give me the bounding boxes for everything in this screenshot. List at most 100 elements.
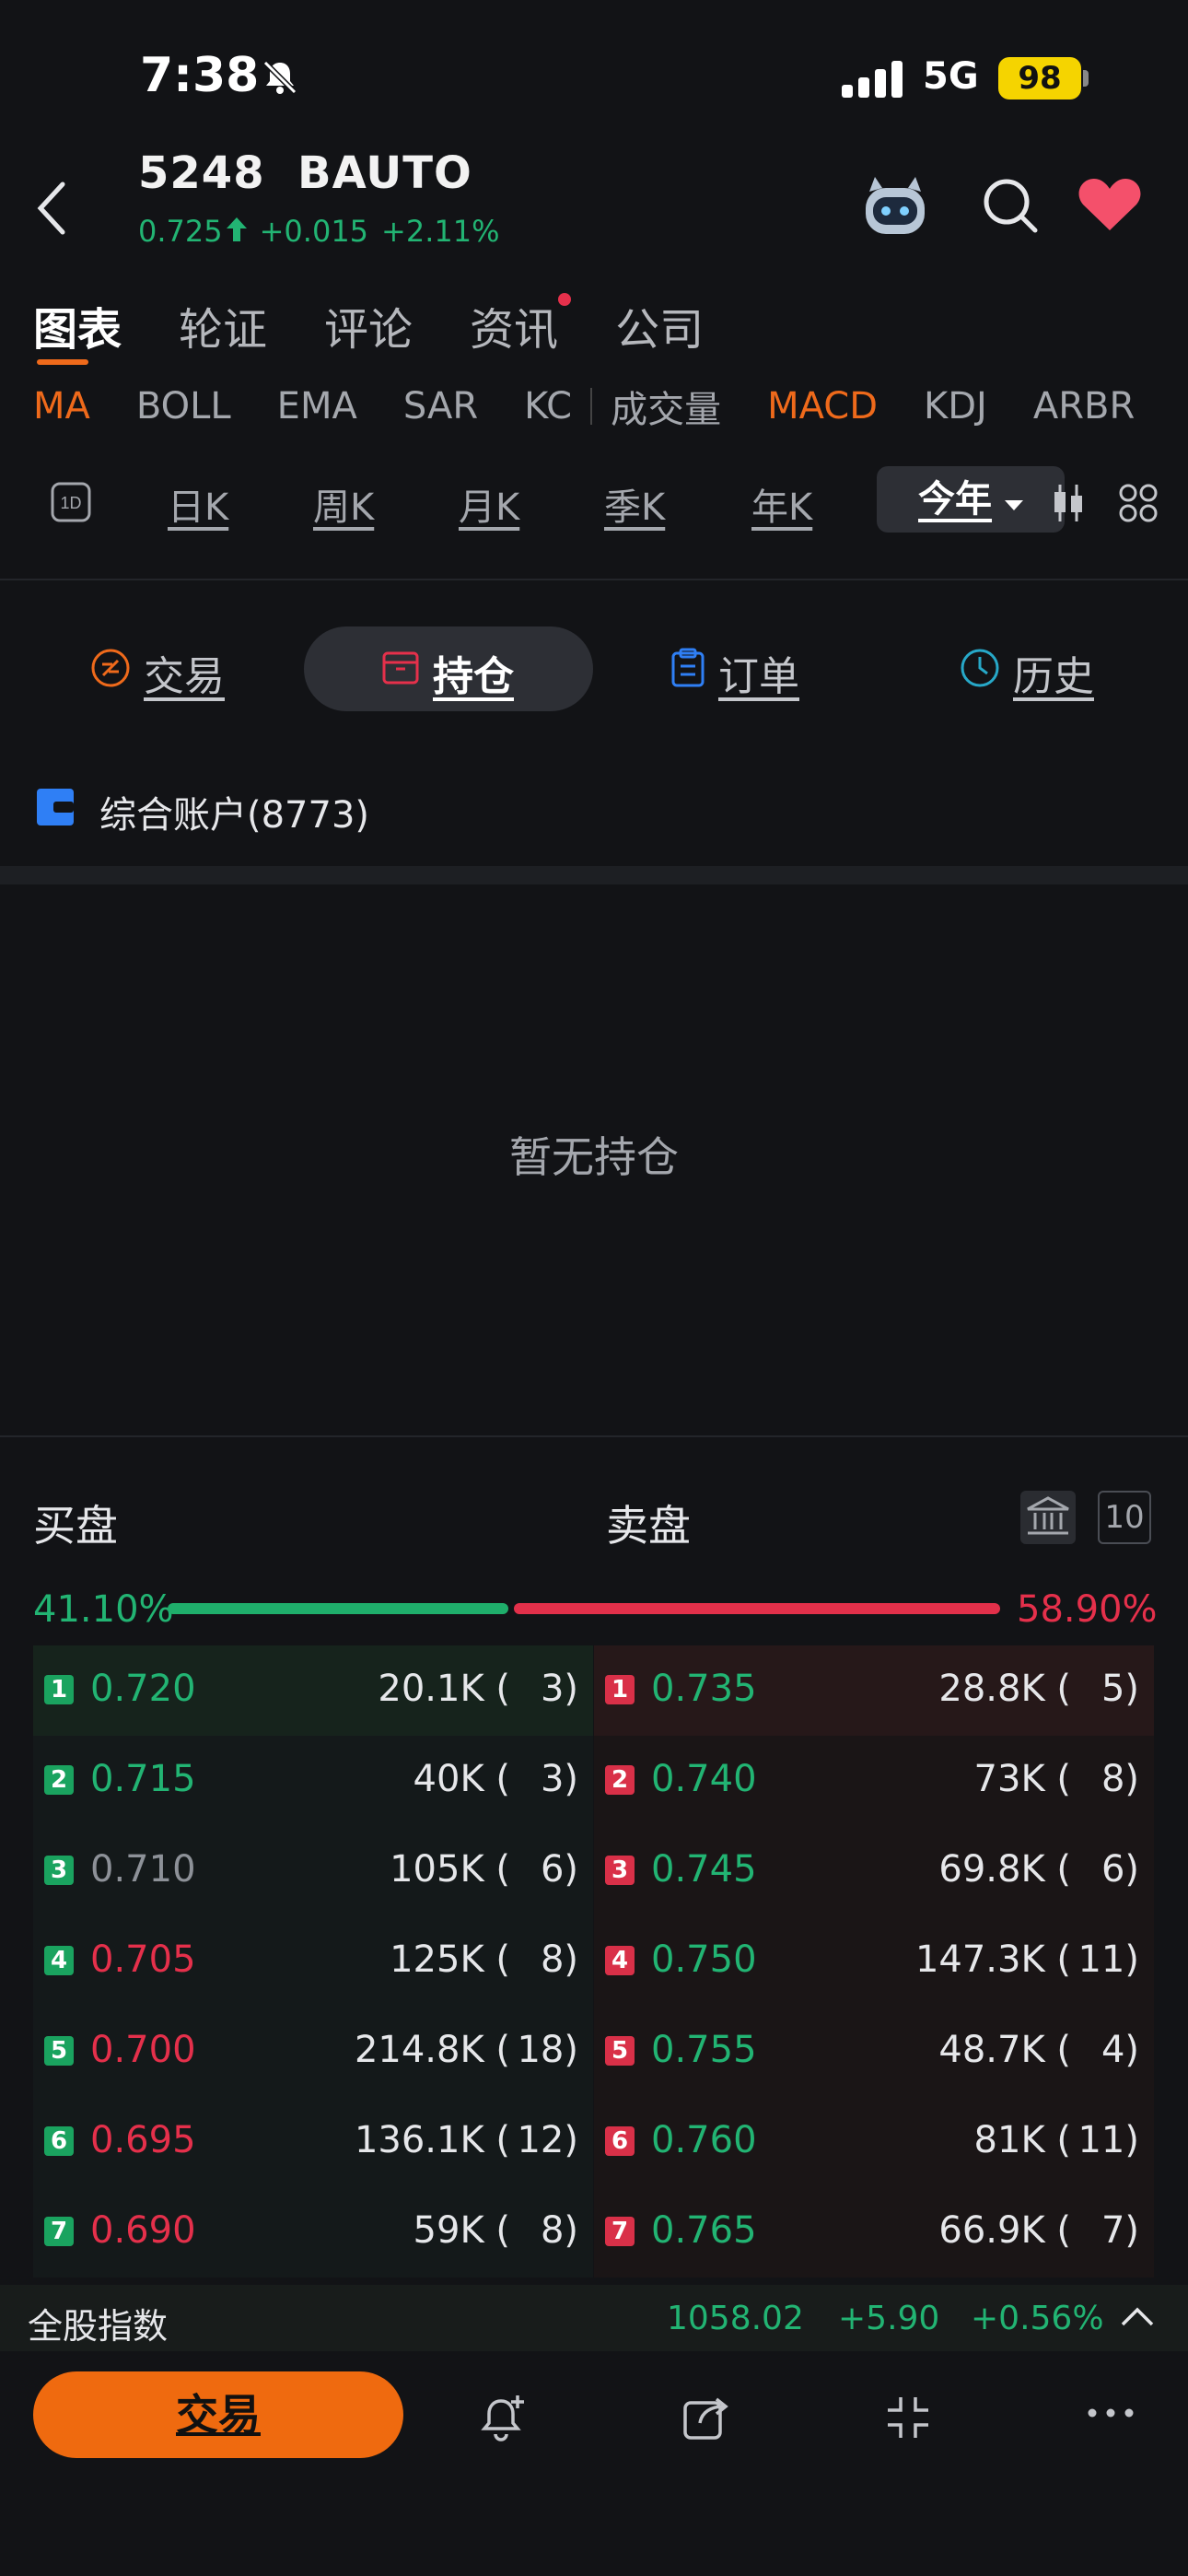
account-selector[interactable]: 综合账户(8773) xyxy=(35,785,369,838)
tab-history-label: 历史 xyxy=(1013,653,1094,700)
signal-icon xyxy=(842,61,906,101)
tab-position[interactable]: 持仓 xyxy=(381,643,514,702)
bid-order-count: 8) xyxy=(540,2209,578,2252)
bid-percentage: 41.10% xyxy=(33,1588,174,1631)
ask-order-count: 7) xyxy=(1101,2209,1139,2252)
bid-level[interactable]: 1 0.720 20.1K (3) xyxy=(33,1645,593,1736)
period-year[interactable]: 年K xyxy=(751,477,812,531)
ask-level[interactable]: 4 0.750 147.3K (11) xyxy=(594,1916,1154,2007)
bid-price: 0.695 xyxy=(90,2119,196,2161)
bid-level-index: 5 xyxy=(44,2036,74,2066)
bid-level[interactable]: 3 0.710 105K (6) xyxy=(33,1826,593,1916)
tab-company[interactable]: 公司 xyxy=(615,293,704,357)
ask-volume: 73K ( xyxy=(973,1758,1071,1800)
bid-level[interactable]: 7 0.690 59K (8) xyxy=(33,2187,593,2277)
favorite-heart-icon[interactable] xyxy=(1077,177,1142,236)
ask-price: 0.735 xyxy=(651,1668,757,1710)
bid-order-count: 12) xyxy=(517,2119,578,2161)
ask-price: 0.760 xyxy=(651,2119,757,2161)
share-icon[interactable] xyxy=(680,2392,731,2447)
depth-level-button[interactable]: 10 xyxy=(1098,1491,1151,1544)
ask-order-count: 4) xyxy=(1101,2029,1139,2071)
indicator-boll[interactable]: BOLL xyxy=(136,385,231,427)
indicator-macd[interactable]: MACD xyxy=(767,385,878,427)
bid-level[interactable]: 6 0.695 136.1K (12) xyxy=(33,2097,593,2187)
ask-volume: 66.9K ( xyxy=(938,2209,1071,2252)
indicator-kdj[interactable]: KDJ xyxy=(924,385,987,427)
indicator-ma[interactable]: MA xyxy=(33,385,90,427)
price-alert-bell-icon[interactable] xyxy=(477,2392,529,2447)
ask-level[interactable]: 2 0.740 73K (8) xyxy=(594,1736,1154,1826)
bid-volume: 136.1K ( xyxy=(354,2119,510,2161)
tab-news[interactable]: 资讯 xyxy=(470,293,572,357)
period-quarter[interactable]: 季K xyxy=(604,477,665,531)
indicator-volume[interactable]: 成交量 xyxy=(611,380,721,433)
bid-volume: 105K ( xyxy=(390,1848,510,1891)
bid-volume: 20.1K ( xyxy=(378,1668,510,1710)
period-day[interactable]: 日K xyxy=(168,477,228,531)
back-icon[interactable] xyxy=(33,181,70,240)
candlestick-icon[interactable] xyxy=(1052,483,1085,527)
ask-level-index: 3 xyxy=(605,1856,635,1885)
stock-change: +0.015 xyxy=(259,214,369,249)
indicator-sar[interactable]: SAR xyxy=(403,385,478,427)
ask-level[interactable]: 3 0.745 69.8K (6) xyxy=(594,1826,1154,1916)
period-week[interactable]: 周K xyxy=(313,477,374,531)
ask-volume: 69.8K ( xyxy=(938,1848,1071,1891)
bid-price: 0.690 xyxy=(90,2209,196,2252)
bid-level[interactable]: 5 0.700 214.8K (18) xyxy=(33,2007,593,2097)
tab-comments[interactable]: 评论 xyxy=(324,293,413,357)
chevron-up-icon[interactable] xyxy=(1120,2305,1155,2331)
tab-history[interactable]: 历史 xyxy=(960,643,1094,702)
ask-percentage: 58.90% xyxy=(1017,1588,1158,1631)
bid-level[interactable]: 4 0.705 125K (8) xyxy=(33,1916,593,2007)
ask-level[interactable]: 1 0.735 28.8K ( 5) xyxy=(594,1645,1154,1736)
stock-change-pct: +2.11% xyxy=(381,214,500,249)
indicator-bar: MA BOLL EMA SAR KC 成交量 MACD KDJ ARBR xyxy=(33,380,1135,433)
orderbook-row: 7 0.690 59K (8) 7 0.765 66.9K (7) xyxy=(33,2187,1155,2277)
ask-volume: 48.7K ( xyxy=(938,2029,1071,2071)
ask-order-count: 5) xyxy=(1101,1668,1139,1710)
bid-price: 0.700 xyxy=(90,2029,196,2071)
period-dropdown[interactable]: 今年 xyxy=(877,466,1065,533)
ask-level-index: 1 xyxy=(605,1675,635,1704)
tab-orders[interactable]: 订单 xyxy=(670,643,799,702)
ask-level[interactable]: 6 0.760 81K (11) xyxy=(594,2097,1154,2187)
bank-icon[interactable] xyxy=(1020,1491,1076,1544)
period-month[interactable]: 月K xyxy=(459,477,519,531)
search-icon[interactable] xyxy=(982,177,1039,238)
ask-price: 0.745 xyxy=(651,1848,757,1891)
bid-level-index: 7 xyxy=(44,2217,74,2246)
intraday-1d-icon[interactable]: 1D xyxy=(50,481,92,527)
trade-button[interactable]: 交易 xyxy=(33,2371,403,2458)
tab-chart[interactable]: 图表 xyxy=(33,293,122,365)
stock-price: 0.725 xyxy=(138,214,223,249)
collapse-icon[interactable] xyxy=(882,2392,934,2447)
tab-warrants[interactable]: 轮证 xyxy=(179,293,267,357)
ask-price: 0.750 xyxy=(651,1938,757,1981)
wallet-icon xyxy=(35,787,76,837)
trade-tabs: 交易 持仓 订单 历史 xyxy=(0,623,1188,715)
ask-level-index: 6 xyxy=(605,2126,635,2156)
tab-trade-label: 交易 xyxy=(144,653,225,700)
section-divider xyxy=(0,579,1188,580)
caret-down-icon xyxy=(1004,478,1023,521)
ask-level[interactable]: 5 0.755 48.7K (4) xyxy=(594,2007,1154,2097)
bid-volume: 40K ( xyxy=(413,1758,510,1800)
more-icon[interactable] xyxy=(1087,2405,1135,2422)
index-ticker-bar[interactable]: 全股指数 1058.02 +5.90 +0.56% xyxy=(0,2285,1188,2351)
bell-muted-icon xyxy=(260,57,300,101)
stock-code: 5248 xyxy=(138,147,265,199)
exchange-icon xyxy=(90,648,131,698)
bid-level[interactable]: 2 0.715 40K (3) xyxy=(33,1736,593,1826)
robot-assistant-icon[interactable] xyxy=(860,175,930,243)
grid-layout-icon[interactable] xyxy=(1118,483,1159,527)
bid-order-count: 18) xyxy=(517,2029,578,2071)
indicator-ema[interactable]: EMA xyxy=(277,385,357,427)
bid-level-index: 1 xyxy=(44,1675,74,1704)
tab-trade[interactable]: 交易 xyxy=(90,643,225,702)
indicator-kc[interactable]: KC xyxy=(524,385,572,427)
indicator-arbr[interactable]: ARBR xyxy=(1033,385,1135,427)
ask-level[interactable]: 7 0.765 66.9K (7) xyxy=(594,2187,1154,2277)
ask-volume: 28.8K ( xyxy=(938,1668,1071,1710)
